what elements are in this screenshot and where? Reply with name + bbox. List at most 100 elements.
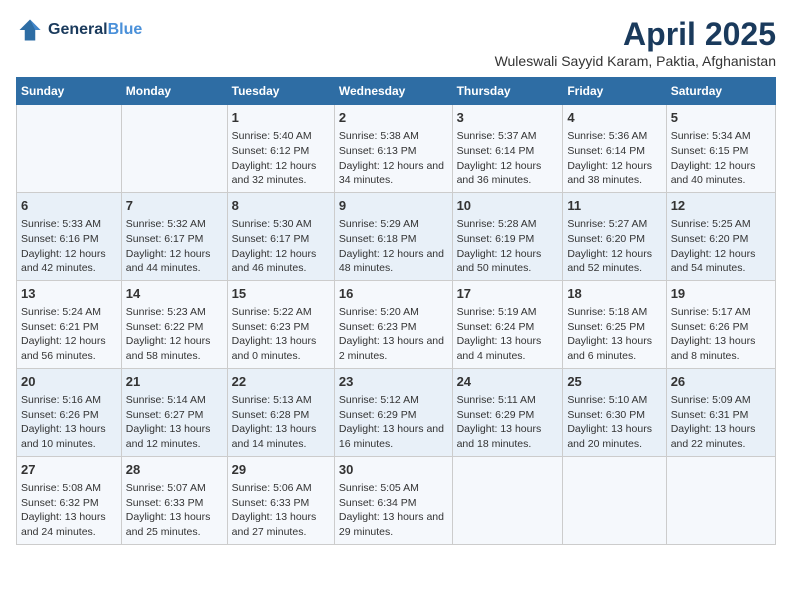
day-number: 17 — [457, 285, 559, 303]
day-number: 26 — [671, 373, 771, 391]
day-number: 4 — [567, 109, 661, 127]
calendar-cell: 11 Sunrise: 5:27 AMSunset: 6:20 PMDayligh… — [563, 192, 666, 280]
cell-content: Sunrise: 5:27 AMSunset: 6:20 PMDaylight:… — [567, 217, 661, 276]
day-number: 19 — [671, 285, 771, 303]
page-title: April 2025 — [495, 16, 776, 53]
calendar-cell: 17Sunrise: 5:19 AMSunset: 6:24 PMDayligh… — [452, 280, 563, 368]
calendar-cell: 18Sunrise: 5:18 AMSunset: 6:25 PMDayligh… — [563, 280, 666, 368]
calendar-week-row: 20 Sunrise: 5:16 AMSunset: 6:26 PMDayligh… — [17, 368, 776, 456]
day-header-sunday: Sunday — [17, 78, 122, 105]
day-number: 15 — [232, 285, 330, 303]
day-number: 2 — [339, 109, 448, 127]
calendar-cell: 15 Sunrise: 5:22 AMSunset: 6:23 PMDayligh… — [227, 280, 334, 368]
cell-content: Sunrise: 5:37 AMSunset: 6:14 PMDaylight:… — [457, 129, 559, 188]
calendar-cell: 12Sunrise: 5:25 AMSunset: 6:20 PMDayligh… — [666, 192, 775, 280]
calendar-cell: 20 Sunrise: 5:16 AMSunset: 6:26 PMDayligh… — [17, 368, 122, 456]
day-header-thursday: Thursday — [452, 78, 563, 105]
day-number: 8 — [232, 197, 330, 215]
day-header-saturday: Saturday — [666, 78, 775, 105]
cell-content: Sunrise: 5:29 AMSunset: 6:18 PMDaylight:… — [339, 217, 448, 276]
cell-content: Sunrise: 5:14 AMSunset: 6:27 PMDaylight:… — [126, 393, 223, 452]
day-number: 7 — [126, 197, 223, 215]
cell-content: Sunrise: 5:11 AMSunset: 6:29 PMDaylight:… — [457, 393, 559, 452]
calendar-week-row: 6Sunrise: 5:33 AMSunset: 6:16 PMDaylight… — [17, 192, 776, 280]
cell-content: Sunrise: 5:33 AMSunset: 6:16 PMDaylight:… — [21, 217, 117, 276]
day-number: 30 — [339, 461, 448, 479]
calendar-cell: 2 Sunrise: 5:38 AMSunset: 6:13 PMDaylight… — [334, 105, 452, 193]
logo: GeneralBlue — [16, 16, 142, 44]
cell-content: Sunrise: 5:20 AMSunset: 6:23 PMDaylight:… — [339, 305, 448, 364]
calendar-cell: 7Sunrise: 5:32 AMSunset: 6:17 PMDaylight… — [121, 192, 227, 280]
calendar-cell: 27 Sunrise: 5:08 AMSunset: 6:32 PMDayligh… — [17, 456, 122, 544]
calendar-cell: 5 Sunrise: 5:34 AMSunset: 6:15 PMDaylight… — [666, 105, 775, 193]
day-header-tuesday: Tuesday — [227, 78, 334, 105]
calendar-cell: 25 Sunrise: 5:10 AMSunset: 6:30 PMDayligh… — [563, 368, 666, 456]
calendar-header-row: SundayMondayTuesdayWednesdayThursdayFrid… — [17, 78, 776, 105]
calendar-cell: 24 Sunrise: 5:11 AMSunset: 6:29 PMDayligh… — [452, 368, 563, 456]
cell-content: Sunrise: 5:34 AMSunset: 6:15 PMDaylight:… — [671, 129, 771, 188]
cell-content: Sunrise: 5:08 AMSunset: 6:32 PMDaylight:… — [21, 481, 117, 540]
cell-content: Sunrise: 5:24 AMSunset: 6:21 PMDaylight:… — [21, 305, 117, 364]
calendar-week-row: 27 Sunrise: 5:08 AMSunset: 6:32 PMDayligh… — [17, 456, 776, 544]
calendar-table: SundayMondayTuesdayWednesdayThursdayFrid… — [16, 77, 776, 545]
day-number: 23 — [339, 373, 448, 391]
logo-icon — [16, 16, 44, 44]
calendar-cell: 19 Sunrise: 5:17 AMSunset: 6:26 PMDayligh… — [666, 280, 775, 368]
day-number: 22 — [232, 373, 330, 391]
day-number: 11 — [567, 197, 661, 215]
day-number: 18 — [567, 285, 661, 303]
calendar-cell — [563, 456, 666, 544]
cell-content: Sunrise: 5:16 AMSunset: 6:26 PMDaylight:… — [21, 393, 117, 452]
day-number: 20 — [21, 373, 117, 391]
day-number: 9 — [339, 197, 448, 215]
day-number: 25 — [567, 373, 661, 391]
calendar-cell: 14 Sunrise: 5:23 AMSunset: 6:22 PMDayligh… — [121, 280, 227, 368]
calendar-cell — [17, 105, 122, 193]
day-number: 10 — [457, 197, 559, 215]
calendar-cell: 28 Sunrise: 5:07 AMSunset: 6:33 PMDayligh… — [121, 456, 227, 544]
day-number: 14 — [126, 285, 223, 303]
calendar-cell: 10 Sunrise: 5:28 AMSunset: 6:19 PMDayligh… — [452, 192, 563, 280]
calendar-cell: 22Sunrise: 5:13 AMSunset: 6:28 PMDayligh… — [227, 368, 334, 456]
day-number: 27 — [21, 461, 117, 479]
logo-text: GeneralBlue — [48, 21, 142, 39]
cell-content: Sunrise: 5:25 AMSunset: 6:20 PMDaylight:… — [671, 217, 771, 276]
title-block: April 2025 Wuleswali Sayyid Karam, Pakti… — [495, 16, 776, 69]
day-number: 5 — [671, 109, 771, 127]
day-header-friday: Friday — [563, 78, 666, 105]
calendar-cell: 3Sunrise: 5:37 AMSunset: 6:14 PMDaylight… — [452, 105, 563, 193]
cell-content: Sunrise: 5:28 AMSunset: 6:19 PMDaylight:… — [457, 217, 559, 276]
calendar-week-row: 1Sunrise: 5:40 AMSunset: 6:12 PMDaylight… — [17, 105, 776, 193]
cell-content: Sunrise: 5:17 AMSunset: 6:26 PMDaylight:… — [671, 305, 771, 364]
calendar-cell — [452, 456, 563, 544]
calendar-cell: 30 Sunrise: 5:05 AMSunset: 6:34 PMDayligh… — [334, 456, 452, 544]
calendar-cell: 29Sunrise: 5:06 AMSunset: 6:33 PMDayligh… — [227, 456, 334, 544]
cell-content: Sunrise: 5:38 AMSunset: 6:13 PMDaylight:… — [339, 129, 448, 188]
day-number: 21 — [126, 373, 223, 391]
cell-content: Sunrise: 5:22 AMSunset: 6:23 PMDaylight:… — [232, 305, 330, 364]
calendar-cell: 21 Sunrise: 5:14 AMSunset: 6:27 PMDayligh… — [121, 368, 227, 456]
page-header: GeneralBlue April 2025 Wuleswali Sayyid … — [16, 16, 776, 69]
cell-content: Sunrise: 5:23 AMSunset: 6:22 PMDaylight:… — [126, 305, 223, 364]
cell-content: Sunrise: 5:07 AMSunset: 6:33 PMDaylight:… — [126, 481, 223, 540]
cell-content: Sunrise: 5:10 AMSunset: 6:30 PMDaylight:… — [567, 393, 661, 452]
calendar-cell: 26Sunrise: 5:09 AMSunset: 6:31 PMDayligh… — [666, 368, 775, 456]
calendar-cell — [121, 105, 227, 193]
calendar-cell — [666, 456, 775, 544]
calendar-cell: 4Sunrise: 5:36 AMSunset: 6:14 PMDaylight… — [563, 105, 666, 193]
cell-content: Sunrise: 5:12 AMSunset: 6:29 PMDaylight:… — [339, 393, 448, 452]
calendar-cell: 16Sunrise: 5:20 AMSunset: 6:23 PMDayligh… — [334, 280, 452, 368]
day-number: 28 — [126, 461, 223, 479]
day-number: 1 — [232, 109, 330, 127]
day-header-monday: Monday — [121, 78, 227, 105]
calendar-cell: 1Sunrise: 5:40 AMSunset: 6:12 PMDaylight… — [227, 105, 334, 193]
cell-content: Sunrise: 5:05 AMSunset: 6:34 PMDaylight:… — [339, 481, 448, 540]
day-number: 24 — [457, 373, 559, 391]
calendar-cell: 9 Sunrise: 5:29 AMSunset: 6:18 PMDaylight… — [334, 192, 452, 280]
page-subtitle: Wuleswali Sayyid Karam, Paktia, Afghanis… — [495, 53, 776, 69]
calendar-cell: 6Sunrise: 5:33 AMSunset: 6:16 PMDaylight… — [17, 192, 122, 280]
day-number: 13 — [21, 285, 117, 303]
day-number: 29 — [232, 461, 330, 479]
calendar-cell: 8 Sunrise: 5:30 AMSunset: 6:17 PMDaylight… — [227, 192, 334, 280]
cell-content: Sunrise: 5:30 AMSunset: 6:17 PMDaylight:… — [232, 217, 330, 276]
